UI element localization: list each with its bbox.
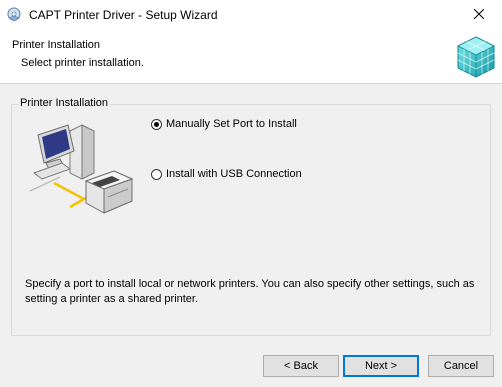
page-subtitle: Select printer installation. [21,57,144,69]
radio-usb-connection[interactable] [151,168,162,180]
close-icon [473,8,485,22]
cancel-button[interactable]: Cancel [428,355,494,377]
next-button[interactable]: Next > [343,355,419,377]
option-usb-connection[interactable]: Install with USB Connection [151,166,302,182]
close-button[interactable] [456,0,502,30]
option-description: Specify a port to install local or netwo… [25,278,475,305]
back-button[interactable]: < Back [263,355,339,377]
window-title: CAPT Printer Driver - Setup Wizard [29,8,218,22]
cube-stack-logo-icon [456,35,496,79]
wizard-header: Printer Installation Select printer inst… [0,30,502,84]
option-usb-connection-label: Install with USB Connection [166,167,302,180]
group-label: Printer Installation [18,97,111,110]
page-title: Printer Installation [12,39,101,51]
computer-and-printer-icon [24,121,140,221]
option-manual-port[interactable]: Manually Set Port to Install [151,116,297,132]
radio-manual-port[interactable] [151,118,162,130]
setup-wizard-window: CAPT Printer Driver - Setup Wizard Print… [0,0,502,387]
setup-disc-icon [6,6,22,22]
option-manual-port-label: Manually Set Port to Install [166,117,297,130]
title-bar: CAPT Printer Driver - Setup Wizard [0,0,502,30]
